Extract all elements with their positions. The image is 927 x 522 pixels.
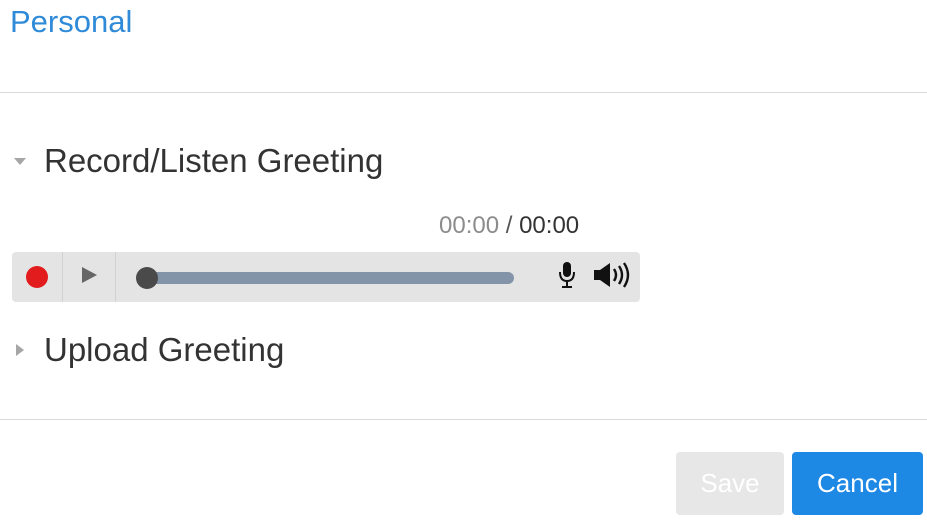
microphone-icon: [558, 260, 576, 295]
play-icon: [79, 265, 99, 290]
record-icon: [26, 266, 48, 288]
seek-area: [115, 252, 641, 302]
caret-right-icon: [12, 335, 36, 365]
volume-button[interactable]: [592, 260, 636, 295]
current-time: 00:00: [439, 212, 500, 239]
footer-divider: [0, 419, 927, 420]
total-time: 00:00: [519, 212, 580, 239]
time-separator: /: [505, 212, 513, 239]
record-button[interactable]: [12, 252, 62, 302]
header-divider: [0, 92, 927, 93]
caret-down-icon: [12, 146, 36, 176]
save-button[interactable]: Save: [676, 452, 784, 515]
section-title-upload: Upload Greeting: [44, 331, 285, 368]
microphone-button[interactable]: [556, 260, 578, 295]
time-readout: 00:00 / 00:00: [439, 210, 579, 242]
play-button[interactable]: [62, 252, 115, 302]
record-listen-greeting-toggle[interactable]: Record/Listen Greeting: [12, 140, 383, 182]
audio-recorder-player: [12, 252, 640, 302]
progress-track[interactable]: [146, 272, 514, 284]
section-title-record-listen: Record/Listen Greeting: [44, 142, 384, 179]
tab-personal[interactable]: Personal: [10, 2, 132, 42]
greeting-settings-panel: Personal Record/Listen Greeting 00:00 / …: [0, 0, 927, 522]
speaker-volume-icon: [592, 260, 636, 295]
cancel-button[interactable]: Cancel: [792, 452, 923, 515]
upload-greeting-toggle[interactable]: Upload Greeting: [12, 329, 284, 371]
progress-handle[interactable]: [136, 267, 158, 289]
